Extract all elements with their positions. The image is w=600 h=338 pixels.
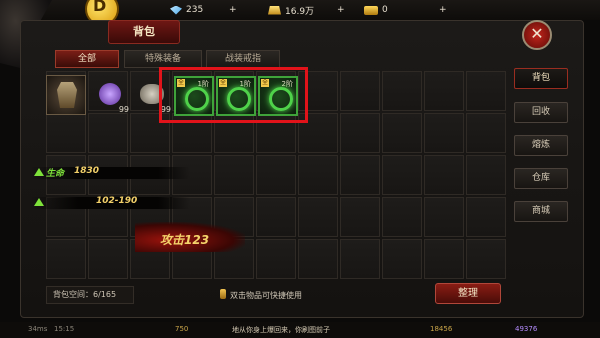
grid-cell[interactable] (46, 239, 86, 279)
diamond-count: 235 (186, 5, 204, 15)
hint-icon (220, 289, 226, 299)
side-tab-shop[interactable]: 商城 (514, 201, 568, 222)
bag-capacity: 背包空间：6/165 (46, 286, 134, 304)
ping: 34ms (28, 325, 48, 333)
grid-cell[interactable] (340, 155, 380, 195)
grid-cell[interactable] (382, 113, 422, 153)
stat-1: 750 (175, 325, 189, 333)
up-arrow-icon (34, 198, 44, 206)
grid-cell[interactable] (466, 197, 506, 237)
armor-icon (57, 82, 77, 108)
stat-2: 18456 (430, 325, 453, 333)
attack-value: 攻击123 (160, 233, 210, 247)
grid-cell[interactable] (340, 113, 380, 153)
range-value: 102-190 (96, 196, 138, 206)
tab-all[interactable]: 全部 (55, 50, 119, 68)
gold-bar-icon (364, 5, 378, 15)
sort-button[interactable]: 整理 (435, 283, 501, 304)
stat-3: 49376 (515, 325, 538, 333)
grid-cell[interactable] (382, 155, 422, 195)
diamond-add-button[interactable]: + (229, 2, 237, 18)
grid-cell[interactable] (424, 113, 464, 153)
grid-cell[interactable] (424, 71, 464, 111)
gold-count: 16.9万 (285, 6, 315, 17)
grid-cell[interactable] (88, 239, 128, 279)
bar-count: 0 (382, 5, 388, 15)
gold-add-button[interactable]: + (337, 2, 345, 18)
clock: 15:15 (54, 325, 75, 333)
grid-cell[interactable] (340, 239, 380, 279)
grid-cell[interactable] (256, 239, 296, 279)
side-tab-smelt[interactable]: 熔炼 (514, 135, 568, 156)
grid-cell[interactable] (424, 155, 464, 195)
grid-cell[interactable] (424, 239, 464, 279)
grid-cell[interactable] (298, 239, 338, 279)
close-button[interactable]: ✕ (522, 20, 552, 50)
gold-resource: 16.9万 (268, 2, 314, 18)
grid-cell[interactable] (340, 197, 380, 237)
up-arrow-icon (34, 168, 44, 176)
grid-cell[interactable] (256, 197, 296, 237)
diamond-icon (170, 5, 182, 15)
item-count: 99 (118, 105, 129, 114)
grid-cell[interactable] (466, 155, 506, 195)
tab-war-ring[interactable]: 战装戒指 (206, 50, 280, 68)
grid-cell[interactable] (256, 155, 296, 195)
grid-cell[interactable] (466, 239, 506, 279)
coin-symbol: D (93, 0, 107, 15)
double-click-hint: 双击物品可快捷使用 (230, 291, 302, 300)
grid-cell[interactable] (88, 113, 128, 153)
purple-rune-icon (99, 83, 121, 105)
side-tab-recycle[interactable]: 回收 (514, 102, 568, 123)
armor-item[interactable] (46, 75, 86, 115)
grid-cell[interactable] (340, 71, 380, 111)
side-tab-bag[interactable]: 背包 (514, 68, 568, 89)
grid-cell[interactable] (214, 155, 254, 195)
gold-ingot-icon (268, 5, 281, 15)
panel-title: 背包 (108, 20, 180, 44)
hp-label: 生命 (46, 169, 65, 179)
chat-message: 地从你身上爆回来，你刷图前子 (232, 326, 330, 334)
tab-special-equipment[interactable]: 特殊装备 (124, 50, 202, 68)
grid-cell[interactable] (466, 71, 506, 111)
grid-cell[interactable] (298, 155, 338, 195)
bar-resource: 0 (364, 2, 388, 18)
grid-cell[interactable] (424, 197, 464, 237)
diamond-resource: 235 (170, 2, 203, 18)
bar-add-button[interactable]: + (439, 2, 447, 18)
highlight-box (159, 67, 308, 123)
grid-cell[interactable] (466, 113, 506, 153)
grid-cell[interactable] (382, 71, 422, 111)
status-footer: 34ms 15:15 750 地从你身上爆回来，你刷图前子 18456 4937… (0, 322, 600, 338)
purple-gem-item[interactable]: 99 (91, 75, 131, 115)
hp-value: 1830 (74, 166, 100, 176)
grid-cell[interactable] (382, 197, 422, 237)
grid-cell[interactable] (382, 239, 422, 279)
grid-cell[interactable] (46, 113, 86, 153)
side-tab-warehouse[interactable]: 仓库 (514, 168, 568, 189)
grid-cell[interactable] (298, 197, 338, 237)
